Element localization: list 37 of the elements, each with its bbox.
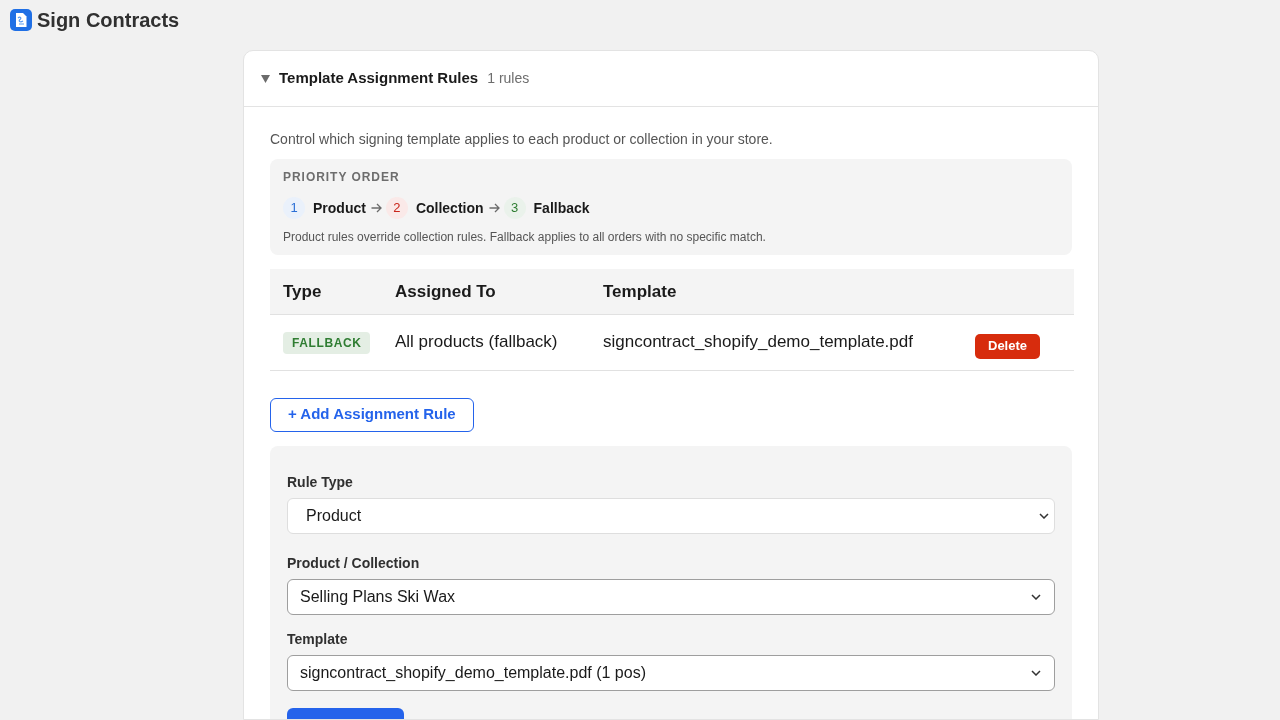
app-title: Sign Contracts bbox=[37, 10, 180, 30]
chevron-down-icon bbox=[1031, 593, 1041, 600]
step-number: 1 bbox=[283, 197, 305, 219]
column-header: Type bbox=[283, 281, 322, 301]
assigned-to-cell: All products (fallback) bbox=[395, 332, 558, 352]
step-number: 3 bbox=[503, 197, 526, 219]
arrow-icon bbox=[370, 203, 382, 213]
select-value: signcontract_shopify_demo_template.pdf (1 pos) bbox=[300, 662, 647, 683]
field-label: Product / Collection bbox=[287, 553, 420, 573]
dropdown-select[interactable]: signcontract_shopify_demo_template.pdf (1 pos) bbox=[287, 654, 1055, 691]
column-header: Template bbox=[603, 281, 677, 301]
step-number: 2 bbox=[385, 197, 408, 219]
step-label: Collection bbox=[415, 198, 484, 218]
template-cell: signcontract_shopify_demo_template.pdf bbox=[603, 332, 913, 352]
document-logo-icon bbox=[10, 9, 32, 31]
section-title: Template Assignment Rules bbox=[279, 68, 479, 89]
select-value: Product bbox=[306, 505, 363, 526]
chevron-down-icon bbox=[1031, 669, 1041, 676]
arrow-icon bbox=[488, 203, 500, 213]
dropdown-select[interactable]: Product bbox=[287, 497, 1055, 534]
step-label: Product bbox=[313, 198, 366, 218]
section-description: Control which signing template applies to each product or collection in your store. bbox=[270, 130, 773, 149]
collapse-triangle-icon[interactable] bbox=[261, 74, 270, 83]
field-label: Template bbox=[287, 629, 348, 649]
add-rule-button[interactable]: + Add Assignment Rule bbox=[270, 397, 474, 432]
column-header: Assigned To bbox=[395, 281, 496, 301]
select-value: Selling Plans Ski Wax bbox=[300, 586, 457, 607]
priority-heading: PRIORITY ORDER bbox=[283, 169, 400, 185]
delete-button[interactable]: Delete bbox=[975, 333, 1041, 359]
priority-note: Product rules override collection rules. Fallback applies to all orders with no specific match. bbox=[283, 229, 766, 245]
step-label: Fallback bbox=[533, 198, 590, 218]
chevron-down-icon bbox=[1039, 512, 1049, 519]
dropdown-select[interactable]: Selling Plans Ski Wax bbox=[287, 578, 1055, 615]
submit-button[interactable] bbox=[287, 707, 404, 719]
field-label: Rule Type bbox=[287, 472, 353, 492]
type-badge: FALLBACK bbox=[283, 332, 371, 354]
rule-count: 1 rules bbox=[487, 69, 530, 88]
